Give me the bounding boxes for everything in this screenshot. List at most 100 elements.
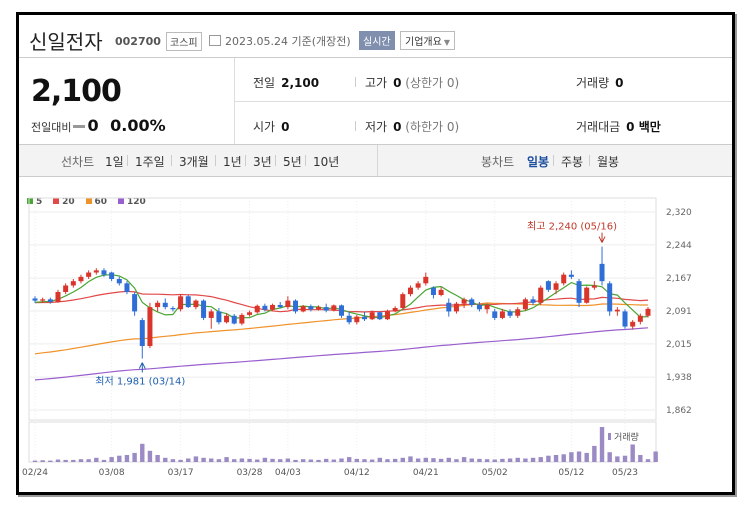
volume-bar	[239, 458, 245, 462]
high-annotation: 최고 2,240 (05/16)	[527, 221, 617, 233]
candle-body	[293, 300, 299, 312]
candle-body	[584, 287, 590, 303]
candle-body	[361, 316, 367, 320]
volume-bar	[71, 459, 76, 462]
candle-body	[637, 315, 643, 322]
volume-bar	[546, 455, 551, 462]
volume-bar	[216, 459, 222, 462]
candle-body	[262, 305, 268, 310]
volume-bar	[186, 458, 191, 462]
volume-bar	[584, 452, 589, 462]
volume-bar	[132, 452, 137, 462]
candle-body	[522, 299, 528, 310]
volume-bar	[339, 458, 344, 462]
y-tick-label: 2,244	[666, 241, 692, 251]
volume-bar	[530, 457, 536, 462]
candle-body	[132, 294, 138, 312]
volume-bar	[599, 427, 605, 462]
candle-body	[507, 311, 513, 316]
candle-body	[553, 283, 559, 290]
volume-bar	[538, 457, 543, 462]
volume-label: 거래량	[614, 431, 639, 443]
volume-bar	[209, 458, 214, 462]
volume-bar	[94, 457, 99, 462]
candle-body	[109, 272, 115, 280]
candle-body	[63, 285, 69, 292]
volume-bar	[40, 460, 45, 462]
x-tick-label: 04/12	[344, 468, 370, 478]
candle-body	[339, 305, 344, 316]
x-tick-label: 04/03	[275, 468, 301, 478]
candle-body	[599, 263, 605, 282]
candle-body	[201, 300, 207, 318]
volume-bar	[561, 454, 566, 462]
candle-body	[453, 303, 459, 312]
volume-bar	[523, 458, 528, 462]
candle-body	[178, 296, 184, 310]
volume-bar	[101, 459, 107, 462]
candle-body	[415, 283, 421, 288]
volume-bar	[392, 458, 398, 462]
volume-bar	[270, 458, 275, 462]
x-tick-label: 03/08	[99, 468, 125, 478]
candle-body	[224, 315, 230, 323]
candle-body	[354, 316, 360, 323]
volume-bar	[48, 460, 53, 462]
y-tick-label: 1,862	[666, 406, 692, 416]
x-tick-label: 05/23	[612, 468, 638, 478]
candle-body	[392, 307, 398, 312]
volume-bar	[124, 455, 130, 462]
volume-bar	[63, 459, 68, 462]
candle-body	[446, 302, 452, 312]
volume-bar	[492, 459, 497, 462]
candle-body	[162, 302, 168, 308]
candle-body	[346, 315, 352, 323]
volume-bar	[155, 455, 160, 462]
x-tick-label: 02/24	[22, 468, 48, 478]
candle-body	[622, 311, 628, 327]
volume-bar	[415, 458, 421, 462]
volume-bar	[645, 459, 651, 462]
volume-bar	[423, 457, 428, 462]
high-arrow-icon	[598, 232, 606, 243]
candle-body	[70, 281, 76, 286]
candle-body	[239, 314, 245, 324]
volume-bar	[569, 452, 574, 462]
candle-body	[170, 307, 176, 310]
candle-body	[323, 307, 329, 311]
candle-body	[331, 305, 337, 311]
volume-bar	[178, 459, 183, 462]
candle-body	[93, 270, 99, 273]
candle-body	[208, 311, 214, 318]
candle-body	[545, 281, 551, 290]
volume-legend-swatch	[608, 433, 611, 440]
volume-bar	[592, 445, 597, 462]
volume-bar	[362, 459, 367, 462]
volume-bar	[653, 451, 658, 462]
volume-bar	[515, 457, 520, 462]
volume-bar	[377, 457, 383, 462]
volume-bar	[615, 456, 620, 462]
volume-bar	[630, 444, 635, 462]
candle-body	[369, 312, 375, 320]
ma120-line	[34, 327, 649, 381]
volume-bar	[438, 458, 444, 462]
candle-body	[147, 307, 153, 347]
volume-bar	[431, 458, 436, 462]
volume-bar	[140, 443, 145, 462]
candle-body	[438, 289, 444, 296]
volume-bar	[255, 459, 260, 462]
candle-body	[645, 308, 651, 316]
x-tick-label: 03/28	[237, 468, 263, 478]
candle-body	[231, 315, 237, 324]
volume-bar	[331, 459, 337, 462]
volume-bar	[262, 457, 268, 462]
candle-body	[300, 306, 306, 312]
volume-bar	[201, 457, 206, 462]
candlestick-chart: 2,320 2,244 2,167 2,091 2,015 1,938 1,862 02/24…	[22, 197, 692, 478]
candle-body	[499, 311, 505, 318]
volume-bar	[369, 459, 375, 462]
candle-body	[461, 299, 467, 304]
candle-body	[277, 304, 283, 308]
volume-bar	[55, 459, 61, 462]
